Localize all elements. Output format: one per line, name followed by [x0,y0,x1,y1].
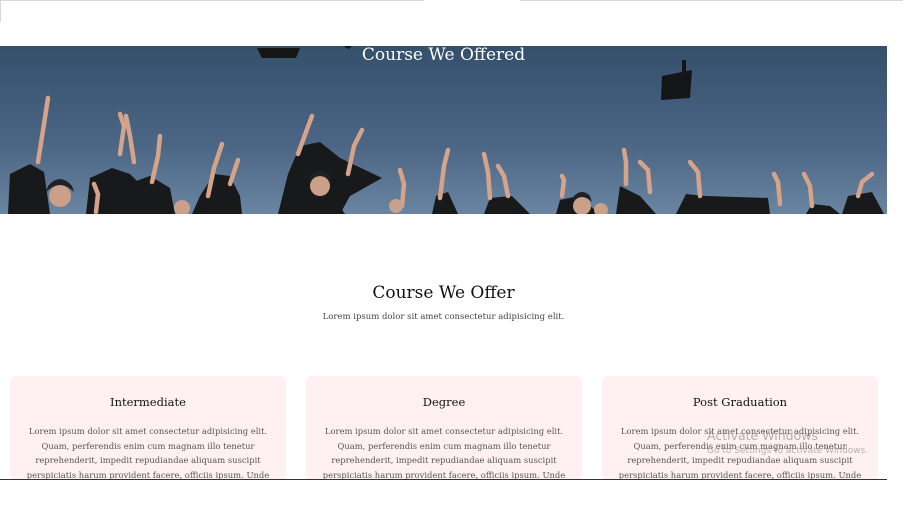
hero-title: Course We Offered [361,46,526,65]
card-title: Post Graduation [692,395,788,409]
viewport-divider [0,479,887,480]
card-description: Lorem ipsum dolor sit amet consectetur a… [322,426,566,480]
card-title: Intermediate [110,395,186,409]
section-subtitle: Lorem ipsum dolor sit amet consectetur a… [322,312,565,322]
course-card-degree: Degree Lorem ipsum dolor sit amet consec… [306,376,582,480]
hero-graduation-image [0,46,887,214]
course-card-intermediate: Intermediate Lorem ipsum dolor sit amet … [10,376,286,480]
card-description: Lorem ipsum dolor sit amet consectetur a… [618,426,862,480]
navbar-edge [0,0,1,22]
hero-banner: Course We Offered [0,46,887,214]
card-title: Degree [422,395,466,409]
top-navbar [0,0,903,46]
navbar-border-right [520,0,903,1]
navbar-border-left [0,0,424,1]
card-description: Lorem ipsum dolor sit amet consectetur a… [26,426,270,480]
section-title: Course We Offer [372,283,515,303]
course-card-post-graduation: Post Graduation Lorem ipsum dolor sit am… [602,376,878,480]
